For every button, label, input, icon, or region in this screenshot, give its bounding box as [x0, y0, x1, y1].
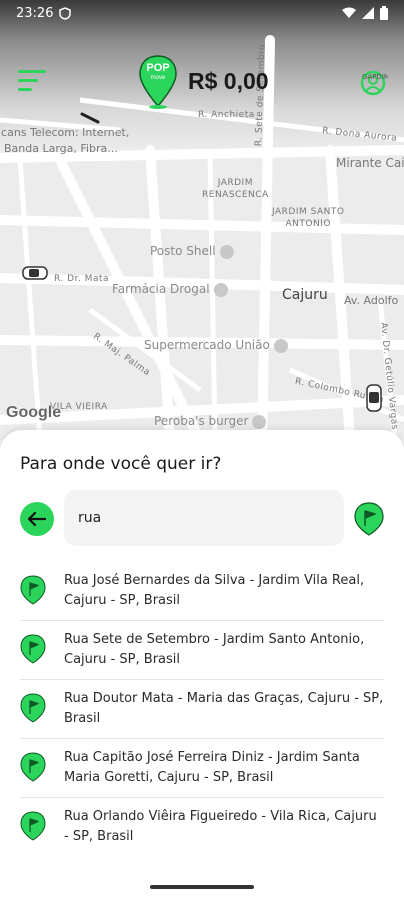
flag-pin-icon — [20, 811, 46, 841]
result-text: Rua Doutor Mata - Maria das Graças, Caju… — [64, 691, 384, 726]
destination-search-input[interactable] — [78, 510, 344, 526]
menu-line — [18, 79, 38, 82]
menu-line — [18, 70, 46, 73]
car-marker-icon — [80, 112, 100, 124]
destination-sheet: Para onde você quer ir? Rua José Bernard… — [0, 430, 404, 900]
car-marker-icon — [366, 384, 382, 412]
map-label-telecom-2: Banda Larga, Fibra... — [4, 142, 118, 155]
result-item[interactable]: Rua José Bernardes da Silva - Jardim Vil… — [20, 562, 384, 621]
balance-display: R$ 0,00 — [188, 68, 269, 94]
poi-farmacia[interactable]: Farmácia Drogal — [112, 282, 228, 297]
cart-icon — [273, 338, 288, 353]
battery-icon — [380, 6, 388, 20]
map-label-telecom: lcans Telecom: Internet, — [0, 126, 130, 139]
result-item[interactable]: Rua Orlando Viêira Figueiredo - Vila Ric… — [20, 798, 384, 857]
flag-pin-icon — [20, 752, 46, 782]
home-indicator[interactable] — [150, 885, 254, 889]
back-button[interactable] — [20, 502, 54, 536]
map-view[interactable]: lcans Telecom: Internet, Banda Larga, Fi… — [0, 0, 404, 440]
poi-farmacia-label: Farmácia Drogal — [112, 282, 210, 296]
profile-button[interactable]: GAPDIMC — [358, 68, 388, 98]
map-label-dr-mata: R. Dr. Mata — [54, 274, 110, 284]
search-box[interactable] — [64, 490, 344, 546]
arrow-left-icon — [28, 512, 46, 526]
poi-posto-shell-label: Posto Shell — [150, 244, 216, 258]
logo-text-bottom: move — [151, 75, 166, 81]
poi-perobas-burger[interactable]: Peroba's burger — [154, 414, 267, 429]
map-label-mirante: Mirante Cai — [336, 156, 404, 170]
pharmacy-icon — [213, 282, 228, 297]
poi-posto-shell[interactable]: Posto Shell — [150, 244, 234, 259]
flag-pin-icon — [20, 575, 46, 605]
restaurant-icon — [252, 414, 267, 429]
menu-line — [18, 88, 32, 91]
wifi-icon — [342, 7, 356, 18]
result-text: Rua Orlando Viêira Figueiredo - Vila Ric… — [64, 809, 377, 844]
menu-button[interactable] — [18, 70, 46, 94]
status-bar: 23:26 — [0, 0, 404, 26]
popmove-logo: POP move — [139, 55, 177, 109]
map-label-jardim-santo: JARDIM SANTO ANTONIO — [272, 207, 345, 229]
result-item[interactable]: Rua Capitão José Ferreira Diniz - Jardim… — [20, 739, 384, 798]
map-pin-button[interactable] — [354, 502, 384, 536]
result-text: Rua José Bernardes da Silva - Jardim Vil… — [64, 573, 365, 608]
shield-icon — [59, 6, 72, 20]
result-item[interactable]: Rua Doutor Mata - Maria das Graças, Caju… — [20, 680, 384, 739]
results-list: Rua José Bernardes da Silva - Jardim Vil… — [0, 562, 404, 857]
status-time: 23:26 — [16, 5, 54, 21]
poi-perobas-label: Peroba's burger — [154, 414, 249, 428]
car-marker-icon — [22, 266, 48, 280]
poi-supermercado-label: Supermercado União — [144, 338, 270, 352]
map-label-anchieta: R. Anchieta — [198, 110, 255, 120]
poi-supermercado[interactable]: Supermercado União — [144, 338, 288, 353]
map-label-adolfo: Av. Adolfo — [344, 294, 399, 307]
map-label-cajuru: Cajuru — [282, 287, 328, 303]
result-text: Rua Sete de Setembro - Jardim Santo Anto… — [64, 632, 365, 667]
fuel-icon — [219, 244, 234, 259]
result-text: Rua Capitão José Ferreira Diniz - Jardim… — [64, 750, 360, 785]
google-logo: Google — [6, 404, 62, 421]
signal-icon — [362, 7, 374, 19]
logo-text-top: POP — [146, 62, 169, 74]
sheet-title: Para onde você quer ir? — [20, 454, 222, 474]
result-item[interactable]: Rua Sete de Setembro - Jardim Santo Anto… — [20, 621, 384, 680]
map-label-jardim-renascenca: JARDIM RENASCENCA — [202, 178, 269, 200]
flag-pin-icon — [20, 634, 46, 664]
profile-label: GAPDIMC — [362, 73, 388, 81]
flag-pin-icon — [20, 693, 46, 723]
